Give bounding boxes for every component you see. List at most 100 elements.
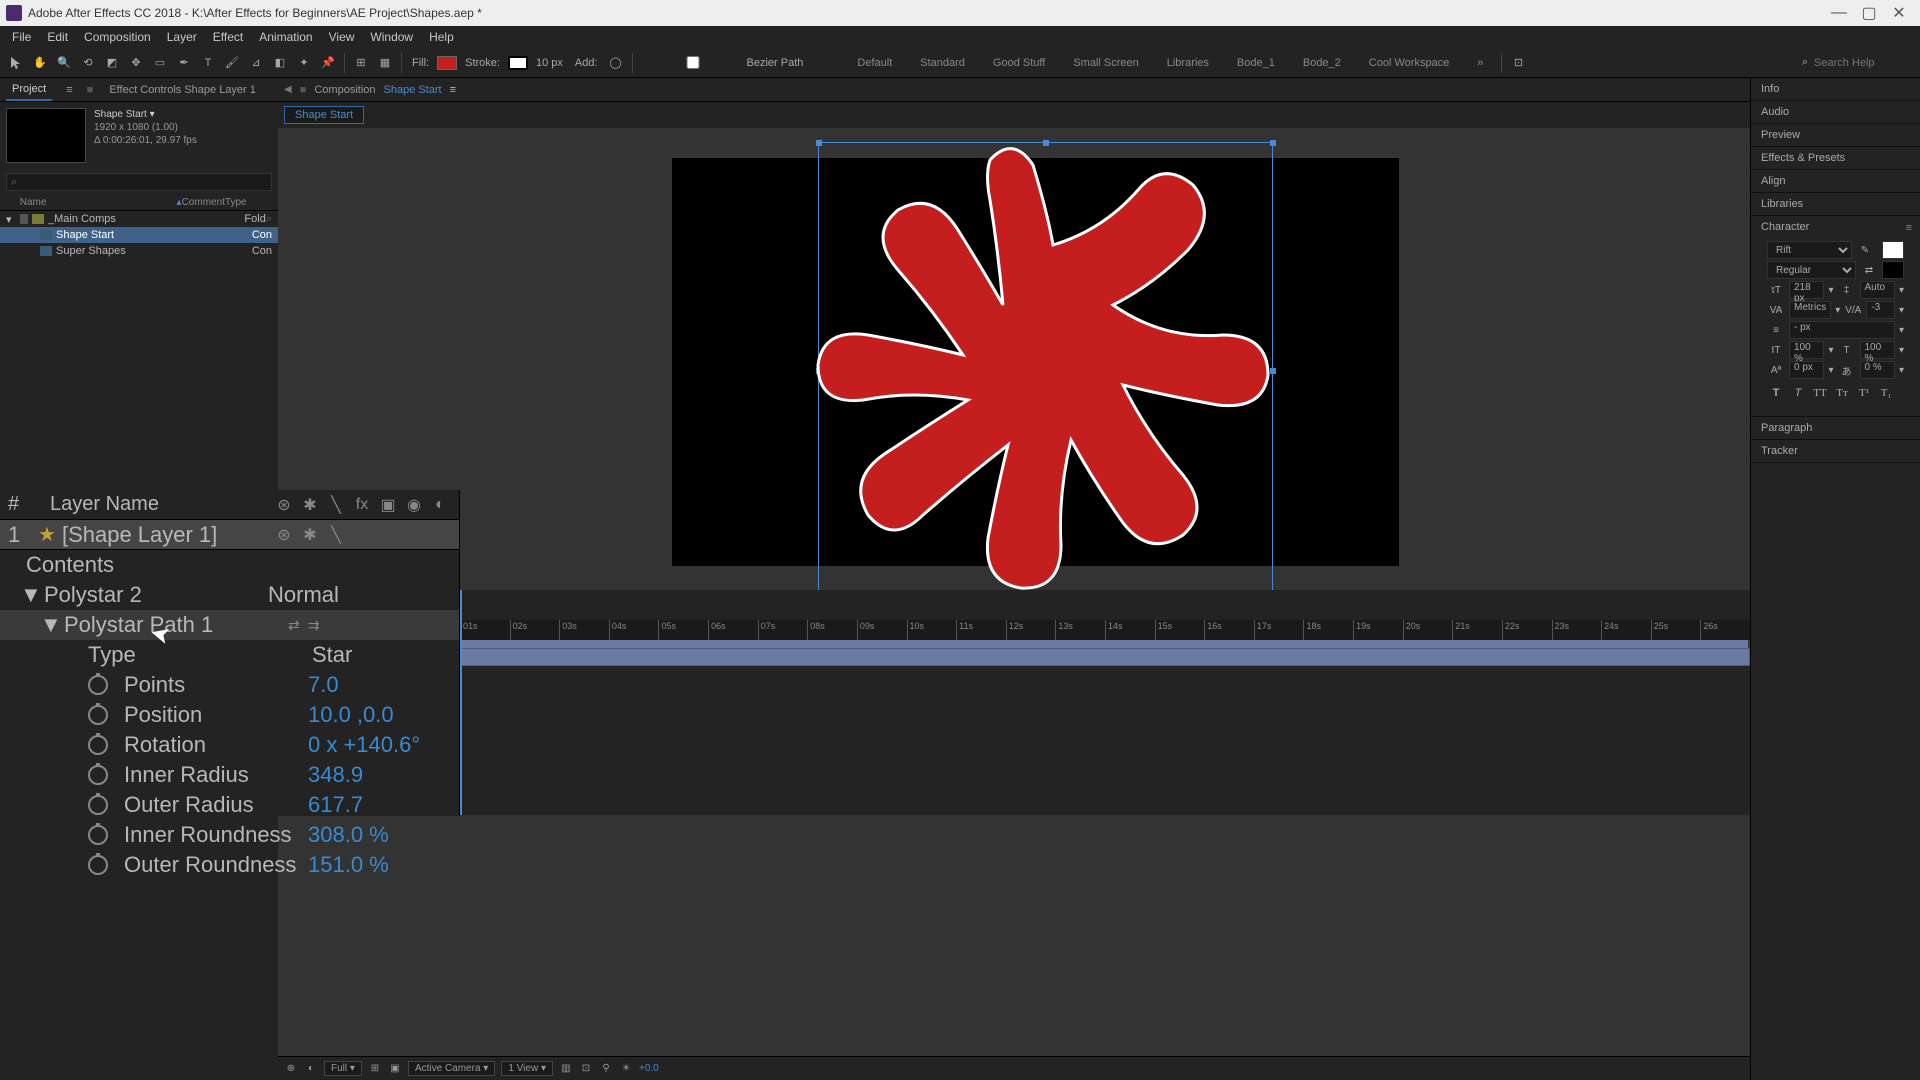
switch-motion-blur-icon[interactable]: ◉	[403, 494, 425, 516]
work-area-bar[interactable]	[460, 640, 1750, 648]
eraser-tool[interactable]: ◧	[270, 53, 290, 73]
leading[interactable]: Auto	[1860, 281, 1895, 299]
search-input[interactable]	[1814, 57, 1914, 69]
view-icon-2[interactable]: ⊡	[579, 1062, 593, 1076]
exposure-value[interactable]: +0.0	[639, 1063, 659, 1074]
eyedropper-icon[interactable]: ✎	[1856, 241, 1874, 259]
menu-edit[interactable]: Edit	[39, 28, 76, 46]
close-button[interactable]: ✕	[1884, 2, 1914, 24]
comp-thumbnail[interactable]	[6, 108, 86, 163]
switch-shy-icon[interactable]: ⊛	[273, 494, 295, 516]
switch-adjust-icon[interactable]: ◐	[429, 494, 451, 516]
points-value[interactable]: 7.0	[308, 672, 339, 698]
stroke-width[interactable]: 10 px	[532, 57, 567, 69]
view-icon-1[interactable]: ▥	[559, 1062, 573, 1076]
font-select[interactable]: Rift	[1767, 241, 1852, 259]
views-dropdown[interactable]: 1 View ▾	[501, 1061, 553, 1076]
rotate-tool[interactable]: ⟲	[78, 53, 98, 73]
panel-paragraph[interactable]: Paragraph	[1751, 417, 1920, 440]
hscale[interactable]: 100 %	[1860, 341, 1895, 359]
workspace-standard[interactable]: Standard	[908, 55, 977, 71]
panel-menu-icon[interactable]: ≡	[62, 84, 76, 96]
panel-effects-presets[interactable]: Effects & Presets	[1751, 147, 1920, 170]
panel-align[interactable]: Align	[1751, 170, 1920, 193]
menu-help[interactable]: Help	[421, 28, 462, 46]
tab-project[interactable]: Project	[6, 79, 52, 101]
text-stroke-width[interactable]: - px	[1789, 321, 1895, 339]
outer-roundness-value[interactable]: 151.0 %	[308, 852, 389, 878]
palette-icon[interactable]: ◐	[304, 1062, 318, 1076]
panel-info[interactable]: Info	[1751, 78, 1920, 101]
workspace-libraries[interactable]: Libraries	[1155, 55, 1221, 71]
panel-audio[interactable]: Audio	[1751, 101, 1920, 124]
text-fill-swatch[interactable]	[1882, 241, 1904, 259]
stopwatch-icon[interactable]	[88, 795, 108, 815]
rotation-value[interactable]: 0 x +140.6°	[308, 732, 420, 758]
menu-view[interactable]: View	[321, 28, 363, 46]
bezier-checkbox[interactable]	[643, 56, 743, 69]
zoom-tool[interactable]: 🔍	[54, 53, 74, 73]
workspace-smallscreen[interactable]: Small Screen	[1061, 55, 1150, 71]
layer-duration-bar[interactable]	[460, 648, 1750, 666]
panel-libraries[interactable]: Libraries	[1751, 193, 1920, 216]
exposure-icon[interactable]: ☀	[619, 1062, 633, 1076]
project-search[interactable]: ⌕	[6, 173, 272, 191]
camera-dropdown[interactable]: Active Camera ▾	[408, 1061, 495, 1076]
kerning[interactable]: Metrics	[1789, 301, 1831, 319]
panel-preview[interactable]: Preview	[1751, 124, 1920, 147]
path-mode-icon-2[interactable]: ⇉	[308, 617, 320, 634]
menu-window[interactable]: Window	[362, 28, 421, 46]
switch-collapse-icon[interactable]: ✱	[299, 494, 321, 516]
comp-name-link[interactable]: Shape Start	[384, 84, 442, 96]
comp-menu-icon[interactable]: ≡	[450, 84, 456, 96]
menu-layer[interactable]: Layer	[159, 28, 205, 46]
hand-tool[interactable]: ✋	[30, 53, 50, 73]
inner-radius-value[interactable]: 348.9	[308, 762, 363, 788]
comp-row-super-shapes[interactable]: Super ShapesCon	[0, 243, 278, 259]
stroke-swatch[interactable]	[508, 56, 528, 70]
flowchart-tab[interactable]: Shape Start	[284, 106, 364, 124]
stamp-tool[interactable]: ⊿	[246, 53, 266, 73]
brush-tool[interactable]: 🖌	[222, 53, 242, 73]
maximize-button[interactable]: ▢	[1854, 2, 1884, 24]
baseline[interactable]: 0 px	[1789, 361, 1824, 379]
col-name[interactable]: Name	[20, 197, 177, 208]
weight-select[interactable]: Regular	[1767, 261, 1856, 279]
layer-shy-icon[interactable]: ⊛	[273, 524, 295, 546]
text-stroke-swatch[interactable]	[1882, 261, 1904, 279]
layer-collapse-icon[interactable]: ✱	[299, 524, 321, 546]
position-value[interactable]: 10.0 ,0.0	[308, 702, 394, 728]
stopwatch-icon[interactable]	[88, 705, 108, 725]
nav-back-icon[interactable]: ◀	[284, 84, 292, 95]
camera-tool[interactable]: ◩	[102, 53, 122, 73]
menu-effect[interactable]: Effect	[205, 28, 251, 46]
italic-button[interactable]: T	[1789, 385, 1807, 401]
playhead[interactable]	[460, 590, 462, 815]
workspace-bode1[interactable]: Bode_1	[1225, 55, 1287, 71]
text-tool[interactable]: T	[198, 53, 218, 73]
superscript-button[interactable]: T¹	[1855, 385, 1873, 401]
view-icon-3[interactable]: ⚲	[599, 1062, 613, 1076]
bold-button[interactable]: T	[1767, 385, 1785, 401]
swap-icon[interactable]: ⇄	[1860, 261, 1878, 279]
snap-icon-2[interactable]: ▦	[375, 53, 395, 73]
layer-row[interactable]: 1 ★ [Shape Layer 1] ⊛ ✱ ╲	[0, 520, 459, 550]
workspace-goodstuff[interactable]: Good Stuff	[981, 55, 1057, 71]
magnify-icon[interactable]: ⊕	[284, 1062, 298, 1076]
stopwatch-icon[interactable]	[88, 735, 108, 755]
comp-row-shape-start[interactable]: Shape StartCon	[0, 227, 278, 243]
polystar-path-row[interactable]: ▼ Polystar Path 1 ⇄ ⇉	[0, 610, 459, 640]
resolution-dropdown[interactable]: Full ▾	[324, 1061, 362, 1076]
vscale[interactable]: 100 %	[1789, 341, 1824, 359]
pan-behind-tool[interactable]: ✥	[126, 53, 146, 73]
inner-roundness-value[interactable]: 308.0 %	[308, 822, 389, 848]
sync-icon[interactable]: ⊡	[1508, 53, 1528, 73]
workspace-cool[interactable]: Cool Workspace	[1357, 55, 1462, 71]
shape-tool[interactable]: ▭	[150, 53, 170, 73]
time-ruler[interactable]: 01s02s03s04s05s06s07s08s09s10s11s12s13s1…	[460, 620, 1750, 640]
polystar-group-row[interactable]: ▼ Polystar 2 Normal	[0, 580, 459, 610]
pen-tool[interactable]: ✒	[174, 53, 194, 73]
stopwatch-icon[interactable]	[88, 825, 108, 845]
add-button[interactable]: ◯	[606, 53, 626, 73]
menu-file[interactable]: File	[4, 28, 39, 46]
